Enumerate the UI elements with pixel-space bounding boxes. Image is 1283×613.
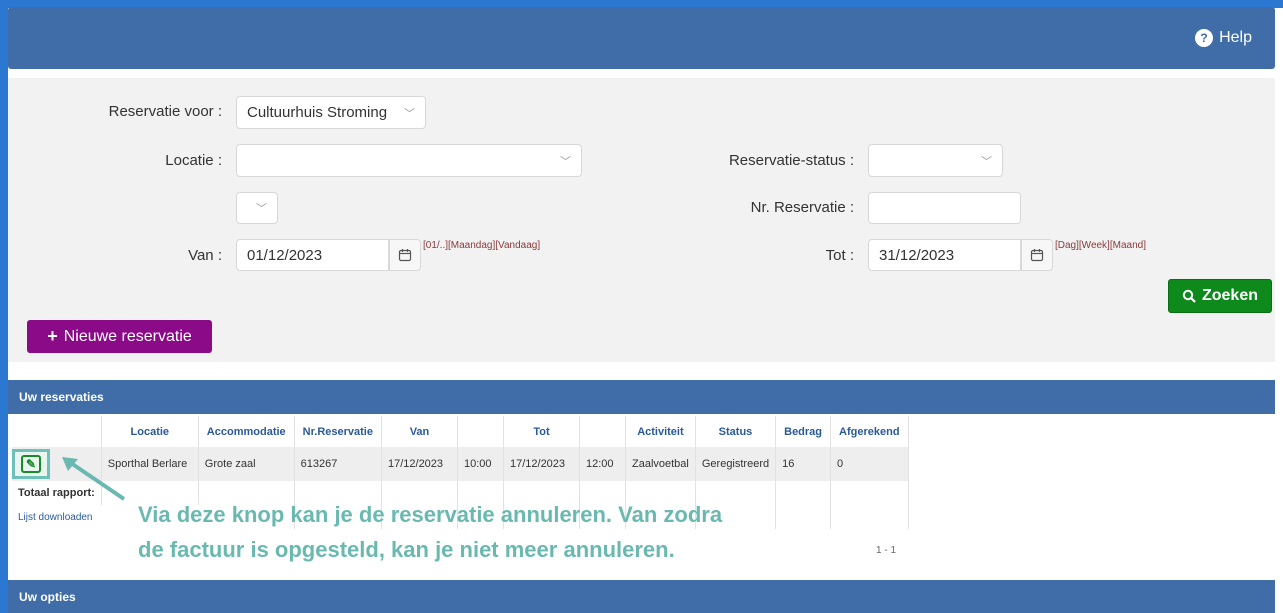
opties-header: Uw opties bbox=[8, 580, 1275, 613]
chevron-down-icon: ﹀ bbox=[256, 203, 267, 215]
tot-value: 31/12/2023 bbox=[879, 246, 955, 264]
col-tot-time bbox=[579, 416, 626, 447]
plus-icon: + bbox=[47, 326, 58, 346]
van-quick-links[interactable]: [01/..][Maandag][Vandaag] bbox=[423, 240, 540, 251]
extra-select[interactable]: ﹀ bbox=[236, 192, 278, 224]
col-bedrag[interactable]: Bedrag bbox=[775, 416, 832, 447]
tot-quick-links[interactable]: [Dag][Week][Maand] bbox=[1055, 240, 1146, 251]
tot-label: Tot : bbox=[825, 247, 854, 264]
annotation-arrow-icon bbox=[62, 457, 126, 501]
cell-status: Geregistreerd bbox=[695, 447, 777, 481]
tot-date-input[interactable]: 31/12/2023 bbox=[868, 239, 1021, 271]
col-activiteit[interactable]: Activiteit bbox=[625, 416, 696, 447]
lijst-downloaden-link[interactable]: Lijst downloaden bbox=[18, 512, 93, 523]
table-header-row: Locatie Accommodatie Nr.Reservatie Van T… bbox=[12, 416, 909, 447]
reservatie-status-label: Reservatie-status : bbox=[728, 152, 854, 169]
col-tot[interactable]: Tot bbox=[503, 416, 580, 447]
van-label: Van : bbox=[188, 247, 222, 264]
cell-nr-reservatie: 613267 bbox=[294, 447, 382, 481]
col-locatie[interactable]: Locatie bbox=[101, 416, 199, 447]
cell-van-time: 10:00 bbox=[457, 447, 504, 481]
reservatie-voor-label: Reservatie voor : bbox=[108, 103, 222, 120]
header-bar: ? Help bbox=[8, 7, 1275, 69]
col-van-time bbox=[457, 416, 504, 447]
cell-activiteit: Zaalvoetbal bbox=[625, 447, 696, 481]
opties-title: Uw opties bbox=[19, 590, 76, 604]
cell-afgerekend: 0 bbox=[830, 447, 909, 481]
van-value: 01/12/2023 bbox=[247, 246, 323, 264]
reservatie-voor-value: Cultuurhuis Stroming bbox=[247, 104, 388, 121]
table-row: ✎ Sporthal Berlare Grote zaal 613267 17/… bbox=[12, 447, 909, 481]
help-label: Help bbox=[1219, 29, 1252, 46]
col-afgerekend[interactable]: Afgerekend bbox=[830, 416, 909, 447]
cell-tot-time: 12:00 bbox=[579, 447, 626, 481]
chevron-down-icon: ﹀ bbox=[560, 155, 571, 168]
cell-accommodatie: Grote zaal bbox=[198, 447, 295, 481]
zoeken-label: Zoeken bbox=[1201, 287, 1258, 304]
locatie-select[interactable]: ﹀ bbox=[236, 144, 582, 177]
calendar-icon[interactable] bbox=[389, 239, 421, 271]
chevron-down-icon: ﹀ bbox=[981, 155, 992, 168]
help-circle-icon: ? bbox=[1195, 29, 1214, 47]
search-icon bbox=[1182, 289, 1196, 303]
pager: 1 - 1 bbox=[876, 545, 897, 556]
nr-reservatie-input[interactable] bbox=[868, 192, 1021, 224]
cell-bedrag: 16 bbox=[775, 447, 832, 481]
reservaties-title: Uw reservaties bbox=[19, 390, 104, 404]
reservatie-voor-select[interactable]: Cultuurhuis Stroming ﹀ bbox=[236, 96, 426, 129]
locatie-label: Locatie : bbox=[165, 152, 222, 169]
annotation-line-2: de factuur is opgesteld, kan je niet mee… bbox=[138, 537, 675, 562]
help-button[interactable]: ? Help bbox=[1195, 29, 1252, 47]
calendar-icon[interactable] bbox=[1021, 239, 1053, 271]
edit-reservation-button[interactable]: ✎ bbox=[12, 449, 50, 479]
zoeken-button[interactable]: Zoeken bbox=[1168, 279, 1272, 313]
van-date-input[interactable]: 01/12/2023 bbox=[236, 239, 389, 271]
reservatie-status-select[interactable]: ﹀ bbox=[868, 144, 1003, 177]
col-nr-reservatie[interactable]: Nr.Reservatie bbox=[294, 416, 382, 447]
edit-icon: ✎ bbox=[21, 455, 41, 473]
nr-reservatie-label: Nr. Reservatie : bbox=[750, 199, 854, 216]
annotation-line-1: Via deze knop kan je de reservatie annul… bbox=[138, 502, 723, 527]
col-accommodatie[interactable]: Accommodatie bbox=[198, 416, 295, 447]
col-van[interactable]: Van bbox=[381, 416, 458, 447]
search-form: Reservatie voor : Cultuurhuis Stroming ﹀… bbox=[8, 78, 1275, 362]
reservaties-header: Uw reservaties bbox=[8, 380, 1275, 414]
nieuwe-reservatie-label: Nieuwe reservatie bbox=[63, 327, 192, 345]
col-actions bbox=[12, 416, 102, 447]
cell-tot: 17/12/2023 bbox=[503, 447, 580, 481]
annotation-text: Via deze knop kan je de reservatie annul… bbox=[138, 497, 858, 567]
nieuwe-reservatie-button[interactable]: + Nieuwe reservatie bbox=[27, 320, 212, 353]
chevron-down-icon: ﹀ bbox=[404, 107, 415, 120]
col-status[interactable]: Status bbox=[695, 416, 777, 447]
cell-van: 17/12/2023 bbox=[381, 447, 458, 481]
